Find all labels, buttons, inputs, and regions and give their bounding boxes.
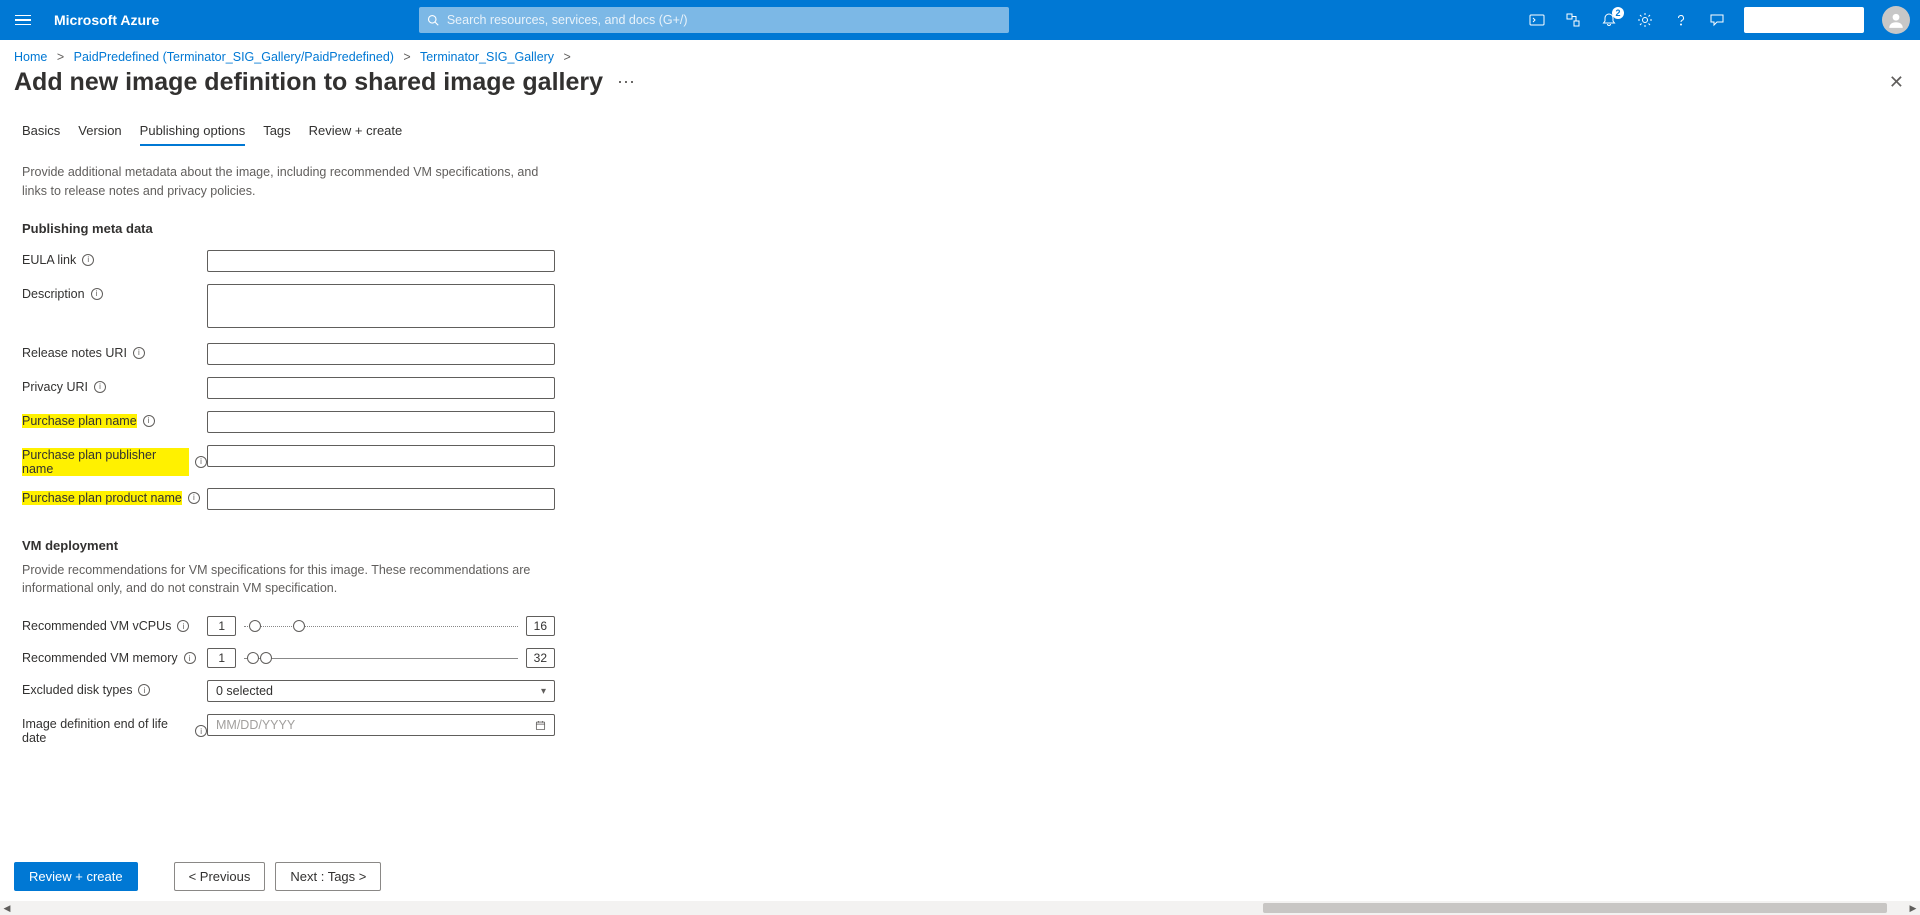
label-eula-link: EULA link i — [22, 250, 207, 267]
info-icon[interactable]: i — [94, 381, 106, 393]
intro-text: Provide additional metadata about the im… — [22, 163, 542, 201]
breadcrumb-item-2[interactable]: Terminator_SIG_Gallery — [420, 50, 554, 64]
breadcrumb: Home > PaidPredefined (Terminator_SIG_Ga… — [0, 40, 1920, 64]
memory-min-value[interactable]: 1 — [207, 648, 236, 668]
scroll-right-icon[interactable]: ▶ — [1906, 903, 1920, 914]
excluded-disk-types-value: 0 selected — [216, 684, 273, 698]
info-icon[interactable]: i — [177, 620, 189, 632]
eol-date-input[interactable]: MM/DD/YYYY — [207, 714, 555, 736]
input-purchase-plan-name[interactable] — [207, 411, 555, 433]
brand-label: Microsoft Azure — [54, 12, 159, 28]
label-release-notes: Release notes URI i — [22, 343, 207, 360]
next-button[interactable]: Next : Tags > — [275, 862, 381, 891]
content-area: Basics Version Publishing options Tags R… — [0, 107, 1920, 827]
calendar-icon — [535, 720, 546, 731]
notifications-icon[interactable]: 2 — [1600, 11, 1618, 29]
tabs: Basics Version Publishing options Tags R… — [22, 117, 1898, 147]
page-title: Add new image definition to shared image… — [14, 68, 603, 97]
label-recommended-vcpus: Recommended VM vCPUs i — [22, 616, 207, 633]
previous-button[interactable]: < Previous — [174, 862, 266, 891]
chevron-right-icon: > — [57, 50, 64, 64]
label-eol-date: Image definition end of life date i — [22, 714, 207, 745]
notifications-badge: 2 — [1612, 7, 1624, 19]
input-privacy-uri[interactable] — [207, 377, 555, 399]
section-vm-desc: Provide recommendations for VM specifica… — [22, 561, 542, 599]
section-vm-title: VM deployment — [22, 538, 1898, 553]
memory-slider[interactable] — [244, 651, 517, 665]
tab-review-create[interactable]: Review + create — [309, 117, 403, 146]
label-recommended-memory: Recommended VM memory i — [22, 648, 207, 665]
breadcrumb-home[interactable]: Home — [14, 50, 47, 64]
horizontal-scrollbar[interactable]: ◀ ▶ — [0, 901, 1920, 915]
cloud-shell-icon[interactable] — [1528, 11, 1546, 29]
info-icon[interactable]: i — [184, 652, 196, 664]
chevron-right-icon: > — [564, 50, 571, 64]
info-icon[interactable]: i — [188, 492, 200, 504]
memory-max-value[interactable]: 32 — [526, 648, 555, 668]
info-icon[interactable]: i — [138, 684, 150, 696]
excluded-disk-types-select[interactable]: 0 selected ▾ — [207, 680, 555, 702]
tab-publishing-options[interactable]: Publishing options — [140, 117, 246, 146]
vcpu-min-value[interactable]: 1 — [207, 616, 236, 636]
info-icon[interactable]: i — [143, 415, 155, 427]
section-meta-title: Publishing meta data — [22, 221, 1898, 236]
input-purchase-plan-publisher[interactable] — [207, 445, 555, 467]
input-purchase-plan-product[interactable] — [207, 488, 555, 510]
info-icon[interactable]: i — [133, 347, 145, 359]
input-eula-link[interactable] — [207, 250, 555, 272]
info-icon[interactable]: i — [195, 456, 207, 468]
global-search-input[interactable] — [419, 7, 1009, 33]
chevron-down-icon: ▾ — [541, 686, 546, 697]
search-icon — [427, 14, 439, 26]
scroll-thumb[interactable] — [1263, 903, 1887, 913]
tab-tags[interactable]: Tags — [263, 117, 290, 146]
global-search-container — [419, 7, 1009, 33]
info-icon[interactable]: i — [82, 254, 94, 266]
feedback-icon[interactable] — [1708, 11, 1726, 29]
settings-icon[interactable] — [1636, 11, 1654, 29]
close-icon[interactable]: ✕ — [1889, 72, 1906, 93]
info-icon[interactable]: i — [91, 288, 103, 300]
input-description[interactable] — [207, 284, 555, 328]
info-icon[interactable]: i — [195, 725, 207, 737]
page-header: Add new image definition to shared image… — [0, 64, 1920, 107]
label-privacy-uri: Privacy URI i — [22, 377, 207, 394]
more-actions-icon[interactable]: ⋯ — [617, 72, 637, 93]
vcpu-max-value[interactable]: 16 — [526, 616, 555, 636]
scroll-left-icon[interactable]: ◀ — [0, 903, 14, 914]
input-release-notes[interactable] — [207, 343, 555, 365]
footer-actions: Review + create < Previous Next : Tags > — [0, 854, 1920, 899]
chevron-right-icon: > — [403, 50, 410, 64]
breadcrumb-item-1[interactable]: PaidPredefined (Terminator_SIG_Gallery/P… — [74, 50, 394, 64]
label-purchase-plan-publisher: Purchase plan publisher name i — [22, 445, 207, 476]
global-header: Microsoft Azure 2 — [0, 0, 1920, 40]
label-purchase-plan-name: Purchase plan name i — [22, 411, 207, 428]
user-avatar[interactable] — [1882, 6, 1910, 34]
eol-placeholder: MM/DD/YYYY — [216, 718, 295, 732]
label-description: Description i — [22, 284, 207, 301]
tab-version[interactable]: Version — [78, 117, 121, 146]
label-excluded-disk-types: Excluded disk types i — [22, 680, 207, 697]
label-purchase-plan-product: Purchase plan product name i — [22, 488, 207, 505]
vcpu-slider[interactable] — [244, 619, 517, 633]
help-icon[interactable] — [1672, 11, 1690, 29]
directory-icon[interactable] — [1564, 11, 1582, 29]
header-actions: 2 — [1528, 6, 1910, 34]
tab-basics[interactable]: Basics — [22, 117, 60, 146]
review-create-button[interactable]: Review + create — [14, 862, 138, 891]
account-box[interactable] — [1744, 7, 1864, 33]
menu-toggle[interactable] — [10, 10, 40, 31]
